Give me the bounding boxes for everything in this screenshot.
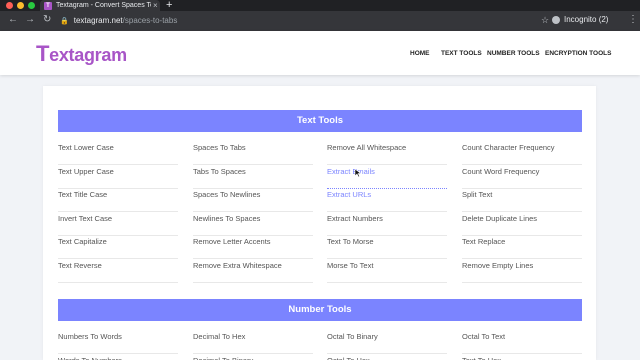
tool-link-count-character-frequency[interactable]: Count Character Frequency <box>462 141 582 165</box>
tool-link-remove-extra-whitespace[interactable]: Remove Extra Whitespace <box>193 259 313 283</box>
tool-link-spaces-to-newlines[interactable]: Spaces To Newlines <box>193 188 313 212</box>
incognito-label: Incognito (2) <box>564 15 609 24</box>
tool-link-decimal-to-binary[interactable]: Decimal To Binary <box>193 354 313 360</box>
tool-link-text-to-morse[interactable]: Text To Morse <box>327 235 447 259</box>
site-logo[interactable]: Textagram <box>36 41 127 67</box>
tab-title: Textagram - Convert Spaces To <box>56 2 151 9</box>
tool-link-newlines-to-spaces[interactable]: Newlines To Spaces <box>193 212 313 236</box>
bookmark-star-icon[interactable]: ☆ <box>541 15 549 26</box>
minimize-window-button[interactable] <box>17 2 24 9</box>
site-header: Textagram HOME TEXT TOOLS NUMBER TOOLS E… <box>0 31 640 75</box>
tool-link-spaces-to-tabs[interactable]: Spaces To Tabs <box>193 141 313 165</box>
url-path: /spaces-to-tabs <box>122 16 178 25</box>
tool-link-text-reverse[interactable]: Text Reverse <box>58 259 178 283</box>
tool-link-numbers-to-words[interactable]: Numbers To Words <box>58 330 178 354</box>
tool-link-remove-letter-accents[interactable]: Remove Letter Accents <box>193 235 313 259</box>
menu-more-icon[interactable]: ⋮ <box>628 14 638 25</box>
tool-link-extract-emails[interactable]: Extract Emails <box>327 165 447 189</box>
tool-link-count-word-frequency[interactable]: Count Word Frequency <box>462 165 582 189</box>
tool-link-text-capitalize[interactable]: Text Capitalize <box>58 235 178 259</box>
tool-link-delete-duplicate-lines[interactable]: Delete Duplicate Lines <box>462 212 582 236</box>
tool-link-morse-to-text[interactable]: Morse To Text <box>327 259 447 283</box>
maximize-window-button[interactable] <box>28 2 35 9</box>
text-tools-header: Text Tools <box>58 110 582 132</box>
tool-link-text-to-hex[interactable]: Text To Hex <box>462 354 582 360</box>
close-window-button[interactable] <box>6 2 13 9</box>
tool-link-words-to-numbers[interactable]: Words To Numbers <box>58 354 178 360</box>
browser-tab[interactable]: T Textagram - Convert Spaces To × <box>40 0 160 11</box>
lock-icon: 🔒 <box>60 18 69 25</box>
forward-icon[interactable]: → <box>25 14 35 25</box>
tool-link-decimal-to-hex[interactable]: Decimal To Hex <box>193 330 313 354</box>
browser-tab-bar: T Textagram - Convert Spaces To × + <box>0 0 640 11</box>
nav-text-tools[interactable]: TEXT TOOLS <box>441 50 482 57</box>
incognito-icon <box>552 15 560 24</box>
reload-icon[interactable]: ↻ <box>43 14 51 25</box>
nav-number-tools[interactable]: NUMBER TOOLS <box>487 50 540 57</box>
back-icon[interactable]: ← <box>8 14 18 25</box>
mouse-cursor-icon <box>355 169 362 177</box>
tool-link-octal-to-hex[interactable]: Octal To Hex <box>327 354 447 360</box>
browser-toolbar: ← → ↻ 🔒 textagram.net/spaces-to-tabs ☆ In… <box>0 11 640 31</box>
tool-link-text-lower-case[interactable]: Text Lower Case <box>58 141 178 165</box>
url-bar[interactable]: 🔒 textagram.net/spaces-to-tabs <box>60 14 560 28</box>
number-tools-header: Number Tools <box>58 299 582 321</box>
url-domain: textagram.net <box>73 16 123 25</box>
favicon-icon: T <box>44 1 52 10</box>
nav-encryption-tools[interactable]: ENCRYPTION TOOLS <box>545 50 611 57</box>
tool-link-text-title-case[interactable]: Text Title Case <box>58 188 178 212</box>
tool-link-extract-numbers[interactable]: Extract Numbers <box>327 212 447 236</box>
tool-link-text-replace[interactable]: Text Replace <box>462 235 582 259</box>
tool-link-remove-empty-lines[interactable]: Remove Empty Lines <box>462 259 582 283</box>
tool-link-octal-to-text[interactable]: Octal To Text <box>462 330 582 354</box>
tool-link-tabs-to-spaces[interactable]: Tabs To Spaces <box>193 165 313 189</box>
tool-link-extract-urls[interactable]: Extract URLs <box>327 188 447 212</box>
tool-link-split-text[interactable]: Split Text <box>462 188 582 212</box>
tool-link-text-upper-case[interactable]: Text Upper Case <box>58 165 178 189</box>
tool-link-octal-to-binary[interactable]: Octal To Binary <box>327 330 447 354</box>
nav-home[interactable]: HOME <box>410 50 430 57</box>
new-tab-button[interactable]: + <box>166 0 172 11</box>
tab-close-icon[interactable]: × <box>153 1 158 10</box>
tool-link-invert-text-case[interactable]: Invert Text Case <box>58 212 178 236</box>
tool-link-remove-all-whitespace[interactable]: Remove All Whitespace <box>327 141 447 165</box>
incognito-indicator[interactable]: Incognito (2) <box>552 15 608 24</box>
